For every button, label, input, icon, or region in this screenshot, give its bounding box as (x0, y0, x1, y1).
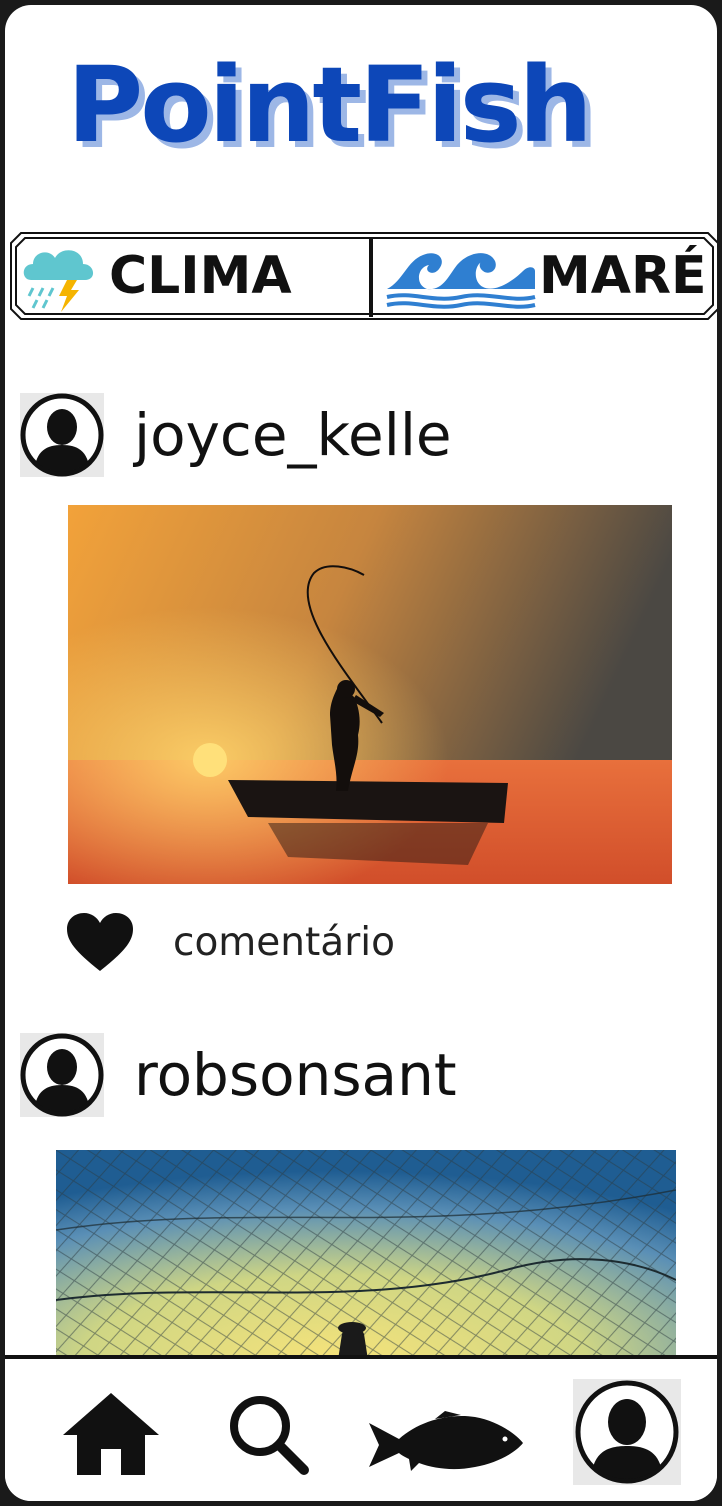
storm-cloud-icon (17, 234, 101, 318)
app-screen: PointFish CLIMA MARÉ joyce_kelle comentá… (5, 5, 717, 1501)
nav-profile[interactable] (573, 1379, 681, 1485)
bottom-nav (5, 1355, 717, 1501)
tabs-divider (369, 237, 373, 317)
fisherman-sunset-photo[interactable] (68, 505, 672, 884)
comment-link[interactable]: comentário (173, 920, 395, 965)
avatar-icon (20, 1033, 104, 1117)
avatar[interactable] (20, 1033, 104, 1117)
username[interactable]: robsonsant (134, 1041, 457, 1109)
tab-clima[interactable]: CLIMA (17, 231, 369, 321)
fish-icon (369, 1411, 523, 1471)
home-icon (63, 1393, 159, 1475)
username[interactable]: joyce_kelle (134, 401, 452, 469)
nav-search[interactable] (223, 1389, 313, 1479)
tab-mare-label: MARÉ (539, 246, 707, 306)
avatar-icon (20, 393, 104, 477)
post-actions: comentário (65, 911, 395, 973)
avatar[interactable] (20, 393, 104, 477)
post-header[interactable]: joyce_kelle (20, 393, 452, 477)
tab-mare[interactable]: MARÉ (383, 231, 715, 321)
nav-home[interactable] (59, 1389, 163, 1479)
search-icon (230, 1396, 309, 1475)
nav-fish[interactable] (363, 1409, 527, 1475)
fishing-net-photo[interactable] (56, 1150, 676, 1360)
post-header[interactable]: robsonsant (20, 1033, 457, 1117)
weather-tide-tabs: CLIMA MARÉ (9, 231, 717, 321)
waves-icon (383, 241, 539, 311)
app-logo: PointFish (67, 44, 593, 166)
heart-icon[interactable] (65, 911, 135, 973)
tab-clima-label: CLIMA (109, 246, 292, 306)
avatar-icon (575, 1380, 679, 1484)
